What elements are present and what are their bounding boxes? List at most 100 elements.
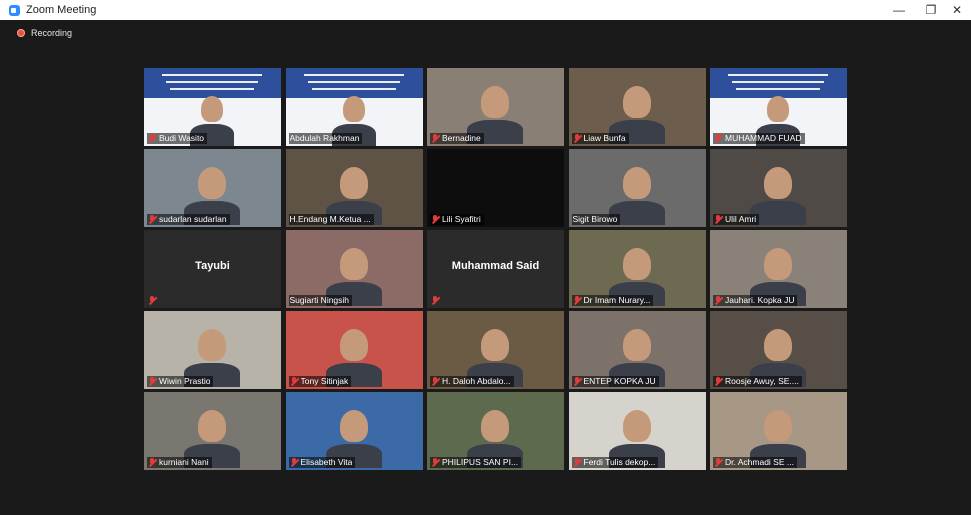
slide-text-line — [303, 74, 404, 76]
participant-tile[interactable]: Ferdi Tulis dekop... — [568, 392, 706, 470]
participant-name-label: kurniani Nani — [147, 457, 212, 468]
participant-name: Sugiarti Ningsih — [289, 295, 350, 305]
muted-mic-icon — [148, 376, 156, 387]
participant-tile[interactable]: Tayubi — [144, 230, 281, 308]
participant-name-label: Dr. Achmadi SE ... — [713, 457, 797, 468]
recording-indicator[interactable]: Recording — [17, 28, 72, 38]
participant-tile[interactable]: Ulil Amri — [710, 149, 847, 227]
participant-face — [198, 329, 226, 361]
muted-mic-icon — [431, 214, 439, 225]
muted-mic-icon — [714, 133, 722, 144]
participant-face — [622, 86, 651, 118]
participant-status — [430, 296, 445, 306]
participant-tile[interactable]: Elisabeth Vita — [285, 392, 423, 470]
muted-mic-icon — [148, 457, 156, 468]
participant-name-label: Bernadine — [430, 133, 484, 144]
slide-text-line — [166, 81, 258, 83]
participant-name-label: H.Endang M.Ketua ... — [288, 214, 374, 225]
participant-tile[interactable]: Roosje Awuy, SE.... — [710, 311, 847, 389]
participant-name-label: PHILIPUS SAN PI... — [430, 457, 522, 468]
participant-name: ENTEP KOPKA JU — [583, 376, 656, 386]
participant-face — [764, 329, 792, 361]
muted-mic-icon — [573, 133, 581, 144]
participant-tile[interactable]: sudarlan sudarlan — [144, 149, 281, 227]
muted-mic-icon — [714, 295, 722, 306]
participant-tile[interactable]: H.Endang M.Ketua ... — [285, 149, 423, 227]
participant-face — [764, 248, 792, 280]
participant-display-name: Muhammad Said — [451, 260, 540, 272]
participant-tile[interactable]: Abdulah Rakhman — [285, 68, 423, 146]
muted-mic-icon — [714, 376, 722, 387]
muted-mic-icon — [714, 214, 722, 225]
participant-face — [198, 410, 226, 442]
participant-face — [198, 167, 226, 199]
participant-tile[interactable]: Tony Sitinjak — [285, 311, 423, 389]
muted-mic-icon — [431, 133, 439, 144]
participant-tile[interactable]: Sigit Birowo — [568, 149, 706, 227]
slide-header-band — [710, 68, 847, 98]
participant-name: MUHAMMAD FUAD — [725, 133, 802, 143]
slide-text-line — [736, 88, 820, 90]
muted-mic-icon — [148, 214, 156, 225]
participant-tile[interactable]: MUHAMMAD FUAD — [710, 68, 847, 146]
participant-tile[interactable]: Budi Wasito — [144, 68, 281, 146]
muted-mic-icon — [573, 376, 581, 387]
participant-tile[interactable]: kurniani Nani — [144, 392, 281, 470]
participant-name-label: Liaw Bunfa — [571, 133, 629, 144]
participant-name: Dr Imam Nurary... — [583, 295, 651, 305]
participant-name-label: sudarlan sudarlan — [147, 214, 230, 225]
slide-header-band — [144, 68, 281, 98]
participant-face — [622, 167, 651, 199]
muted-mic-icon — [290, 457, 298, 468]
participant-face — [767, 96, 789, 122]
participant-tile[interactable]: Lili Syafitri — [427, 149, 564, 227]
participant-name: Bernadine — [442, 133, 481, 143]
participant-face — [481, 86, 509, 118]
muted-mic-icon — [431, 376, 439, 387]
participant-name-label: H. Daloh Abdalo... — [430, 376, 514, 387]
participant-face — [622, 329, 651, 361]
participant-name: Sigit Birowo — [572, 214, 618, 224]
participant-tile[interactable]: ENTEP KOPKA JU — [568, 311, 706, 389]
participant-name: Ulil Amri — [725, 214, 757, 224]
participant-tile[interactable]: Bernadine — [427, 68, 564, 146]
participant-face — [339, 248, 368, 280]
participant-face — [339, 410, 368, 442]
participant-name-label: Jauhari. Kopka JU — [713, 295, 798, 306]
participant-tile[interactable]: Dr Imam Nurary... — [568, 230, 706, 308]
participant-name: PHILIPUS SAN PI... — [442, 457, 519, 467]
participant-tile[interactable]: Wiwin Prastio — [144, 311, 281, 389]
participant-name-label: Wiwin Prastio — [147, 376, 214, 387]
slide-text-line — [170, 88, 254, 90]
muted-mic-icon — [431, 457, 439, 468]
participant-name: sudarlan sudarlan — [159, 214, 227, 224]
participant-name-label: Dr Imam Nurary... — [571, 295, 654, 306]
slide-text-line — [162, 74, 262, 76]
participant-tile[interactable]: Liaw Bunfa — [568, 68, 706, 146]
window-title: Zoom Meeting — [26, 4, 97, 16]
minimize-icon[interactable]: — — [883, 0, 915, 20]
muted-mic-icon — [573, 295, 581, 306]
title-bar: Zoom Meeting — ❐ ✕ — [0, 0, 971, 20]
participant-tile[interactable]: Sugiarti Ningsih — [285, 230, 423, 308]
participant-name-label: Ferdi Tulis dekop... — [571, 457, 659, 468]
participant-tile[interactable]: PHILIPUS SAN PI... — [427, 392, 564, 470]
participant-name: Wiwin Prastio — [159, 376, 211, 386]
participant-name: kurniani Nani — [159, 457, 209, 467]
participant-tile[interactable]: Dr. Achmadi SE ... — [710, 392, 847, 470]
participant-tile[interactable]: Muhammad Said — [427, 230, 564, 308]
close-icon[interactable]: ✕ — [941, 0, 971, 20]
participant-name: Lili Syafitri — [442, 214, 481, 224]
participant-tile[interactable]: H. Daloh Abdalo... — [427, 311, 564, 389]
participant-name-label: Tony Sitinjak — [288, 376, 352, 387]
participant-face — [342, 96, 365, 122]
participant-name-label: ENTEP KOPKA JU — [571, 376, 659, 387]
participant-face — [764, 167, 792, 199]
participant-face — [481, 410, 509, 442]
participant-tile[interactable]: Jauhari. Kopka JU — [710, 230, 847, 308]
slide-text-line — [732, 81, 824, 83]
participant-name-label: Ulil Amri — [713, 214, 760, 225]
participant-face — [622, 248, 651, 280]
slide-text-line — [728, 74, 828, 76]
participant-face — [764, 410, 792, 442]
